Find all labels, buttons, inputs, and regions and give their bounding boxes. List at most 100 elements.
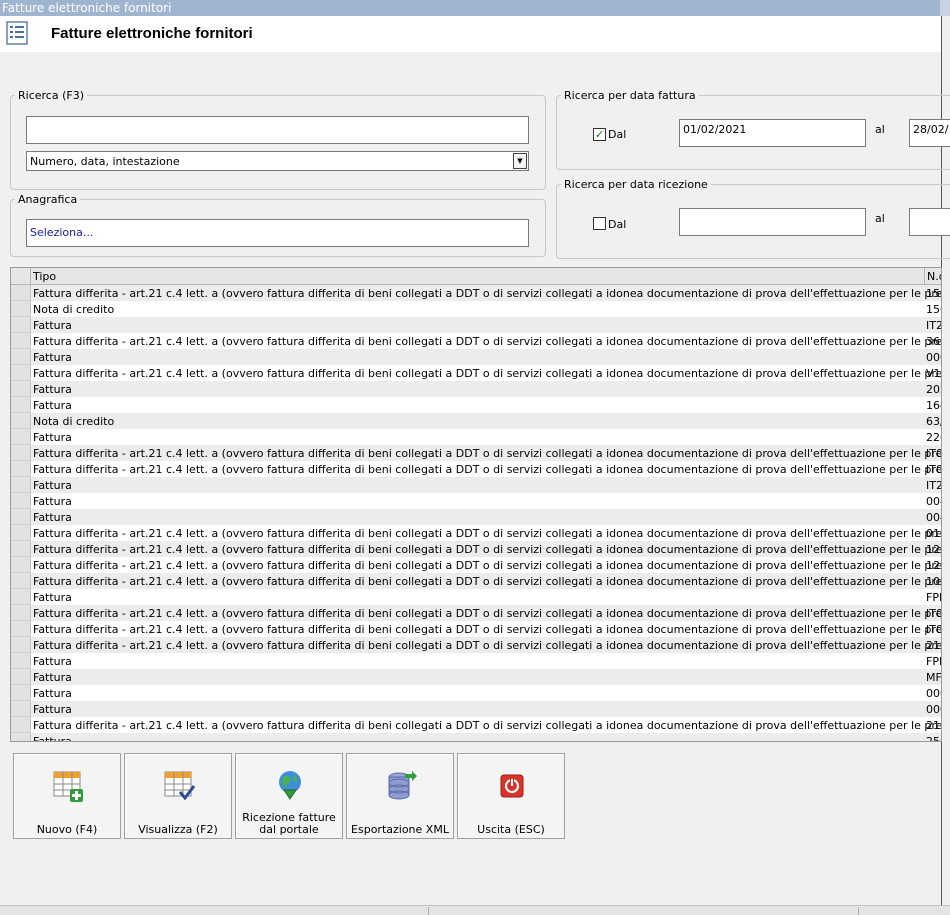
search-mode-select[interactable]: Numero, data, intestazione ▼ — [26, 151, 529, 171]
search-input[interactable] — [26, 116, 529, 144]
table-row[interactable]: Fattura 000 — [11, 349, 941, 365]
table-row[interactable]: Fattura 202 — [11, 381, 941, 397]
cell-tipo: Fattura — [33, 671, 72, 684]
window-control-button[interactable] — [940, 0, 950, 16]
exit-button[interactable]: Uscita (ESC) — [457, 753, 565, 839]
view-button[interactable]: Visualizza (F2) — [124, 753, 232, 839]
row-selector[interactable] — [11, 557, 31, 573]
export-xml-button[interactable]: Esportazione XML — [346, 753, 454, 839]
invoice-date-to-input[interactable]: 28/02/ — [909, 119, 950, 147]
receipt-date-from-input[interactable] — [679, 208, 866, 236]
cell-ndoc: 121 — [926, 559, 941, 572]
row-selector[interactable] — [11, 637, 31, 653]
row-selector[interactable] — [11, 477, 31, 493]
table-row[interactable]: Fattura IT2 — [11, 317, 941, 333]
page-header: Fatture elettroniche fornitori — [0, 16, 942, 52]
search-legend: Ricerca (F3) — [18, 89, 84, 102]
cell-ndoc: IT0 — [926, 623, 942, 636]
row-selector[interactable] — [11, 573, 31, 589]
table-row[interactable]: Fattura differita - art.21 c.4 lett. a (… — [11, 445, 942, 461]
table-row[interactable]: Fattura 004 — [11, 493, 941, 509]
table-row[interactable]: Nota di credito 63/ — [11, 413, 941, 429]
row-selector[interactable] — [11, 733, 31, 741]
row-selector[interactable] — [11, 621, 31, 637]
row-selector[interactable] — [11, 701, 31, 717]
table-row[interactable]: Nota di credito 150 — [11, 301, 941, 317]
row-selector[interactable] — [11, 669, 31, 685]
row-selector[interactable] — [11, 397, 31, 413]
table-row[interactable]: Fattura 004 — [11, 509, 941, 525]
row-selector[interactable] — [11, 717, 31, 733]
row-selector[interactable] — [11, 333, 31, 349]
cell-tipo: Fattura — [33, 703, 72, 716]
row-selector[interactable] — [11, 413, 31, 429]
chevron-down-icon[interactable]: ▼ — [513, 153, 527, 169]
row-selector[interactable] — [11, 349, 31, 365]
receive-button[interactable]: Ricezione fatture dal portale — [235, 753, 343, 839]
table-row[interactable]: Fattura 0000 — [11, 685, 941, 701]
page-title: Fatture elettroniche fornitori — [51, 25, 253, 42]
cell-tipo: Fattura — [33, 495, 72, 508]
table-row[interactable]: Fattura differita - art.21 c.4 lett. a (… — [11, 573, 941, 589]
row-selector[interactable] — [11, 509, 31, 525]
row-selector[interactable] — [11, 381, 31, 397]
receipt-date-checkbox[interactable] — [593, 217, 606, 230]
exit-button-label: Uscita (ESC) — [477, 823, 545, 836]
table-row[interactable]: Fattura 0001 — [11, 701, 941, 717]
cell-ndoc: IT0 — [926, 607, 942, 620]
row-selector[interactable] — [11, 541, 31, 557]
row-selector[interactable] — [11, 685, 31, 701]
table-row[interactable]: Fattura FPR — [11, 653, 941, 669]
row-selector[interactable] — [11, 365, 31, 381]
invoice-grid[interactable]: Tipo N.d Fattura differita - art.21 c.4 … — [10, 267, 942, 742]
table-row[interactable]: Fattura 220 — [11, 429, 941, 445]
row-selector[interactable] — [11, 493, 31, 509]
table-row[interactable]: Fattura differita - art.21 c.4 lett. a (… — [11, 461, 941, 477]
grid-select-all[interactable] — [11, 268, 31, 284]
document-list-icon — [6, 21, 28, 45]
view-button-label: Visualizza (F2) — [138, 823, 218, 836]
invoice-date-checkbox[interactable]: ✓ — [593, 128, 606, 141]
table-row[interactable]: Fattura FPR — [11, 589, 941, 605]
table-row[interactable]: Fattura differita - art.21 c.4 lett. a (… — [11, 717, 941, 733]
power-icon — [496, 770, 528, 802]
table-row[interactable]: Fattura 256 — [11, 733, 941, 741]
new-button[interactable]: Nuovo (F4) — [13, 753, 121, 839]
table-row[interactable]: Fattura differita - art.21 c.4 lett. a (… — [11, 365, 941, 381]
cell-tipo: Fattura differita - art.21 c.4 lett. a (… — [33, 639, 942, 652]
cell-tipo: Fattura differita - art.21 c.4 lett. a (… — [33, 543, 942, 556]
row-selector[interactable] — [11, 445, 31, 461]
column-header-tipo[interactable]: Tipo — [33, 270, 56, 283]
table-row[interactable]: Fattura IT2 — [11, 477, 941, 493]
cell-ndoc: 220 — [926, 431, 941, 444]
table-row[interactable]: Fattura differita - art.21 c.4 lett. a (… — [11, 525, 941, 541]
cell-ndoc: 150 — [926, 287, 941, 300]
window-titlebar[interactable]: Fatture elettroniche fornitori — [0, 0, 950, 16]
table-row[interactable]: Fattura differita - art.21 c.4 lett. a (… — [11, 285, 941, 301]
invoice-date-from-input[interactable]: 01/02/2021 — [679, 119, 866, 147]
receipt-date-to-input[interactable] — [909, 208, 950, 236]
anagrafica-select[interactable]: Seleziona... — [26, 219, 529, 247]
cell-ndoc: V1/ — [926, 367, 941, 380]
cell-ndoc: 0001 — [926, 703, 941, 716]
row-selector[interactable] — [11, 589, 31, 605]
row-selector[interactable] — [11, 653, 31, 669]
row-selector[interactable] — [11, 285, 31, 301]
table-row[interactable]: Fattura differita - art.21 c.4 lett. a (… — [11, 541, 942, 557]
row-selector[interactable] — [11, 525, 31, 541]
row-selector[interactable] — [11, 301, 31, 317]
row-selector[interactable] — [11, 429, 31, 445]
row-selector[interactable] — [11, 317, 31, 333]
cell-ndoc: IT0 — [926, 447, 942, 460]
table-row[interactable]: Fattura differita - art.21 c.4 lett. a (… — [11, 605, 942, 621]
cell-ndoc: 000 — [926, 351, 941, 364]
column-header-ndoc[interactable]: N.d — [924, 268, 941, 284]
table-row[interactable]: Fattura differita - art.21 c.4 lett. a (… — [11, 557, 941, 573]
table-row[interactable]: Fattura differita - art.21 c.4 lett. a (… — [11, 621, 942, 637]
table-row[interactable]: Fattura differita - art.21 c.4 lett. a (… — [11, 333, 941, 349]
table-row[interactable]: Fattura MFR — [11, 669, 941, 685]
row-selector[interactable] — [11, 461, 31, 477]
table-row[interactable]: Fattura 164 — [11, 397, 941, 413]
table-row[interactable]: Fattura differita - art.21 c.4 lett. a (… — [11, 637, 942, 653]
row-selector[interactable] — [11, 605, 31, 621]
